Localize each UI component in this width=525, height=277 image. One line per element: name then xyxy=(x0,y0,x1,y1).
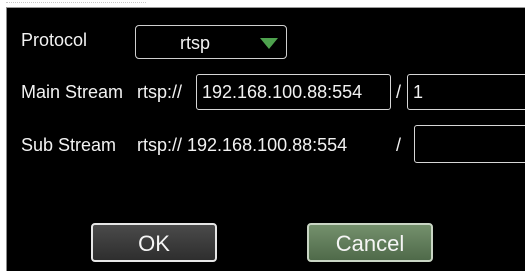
sub-stream-url: rtsp:// 192.168.100.88:554 xyxy=(137,135,348,155)
protocol-select-value: rtsp xyxy=(180,33,211,53)
main-stream-path-input[interactable]: 1 xyxy=(407,74,525,110)
main-stream-label: Main Stream xyxy=(21,82,124,102)
sub-stream-separator: / xyxy=(396,135,402,155)
cancel-button[interactable]: Cancel xyxy=(307,223,433,262)
ok-button[interactable]: OK xyxy=(91,223,217,262)
main-stream-host-input[interactable]: 192.168.100.88:554 xyxy=(196,74,391,110)
sub-stream-path-input[interactable] xyxy=(414,125,525,163)
sub-stream-label: Sub Stream xyxy=(21,135,117,155)
main-stream-separator: / xyxy=(396,82,402,102)
main-stream-prefix: rtsp:// xyxy=(137,82,183,102)
top-border-decoration xyxy=(6,2,146,6)
protocol-label: Protocol xyxy=(21,30,88,50)
protocol-select[interactable]: rtsp xyxy=(135,25,287,59)
stream-settings-dialog: Protocol rtsp Main Stream rtsp:// 192.16… xyxy=(6,7,525,271)
dropdown-arrow-icon xyxy=(260,38,278,49)
